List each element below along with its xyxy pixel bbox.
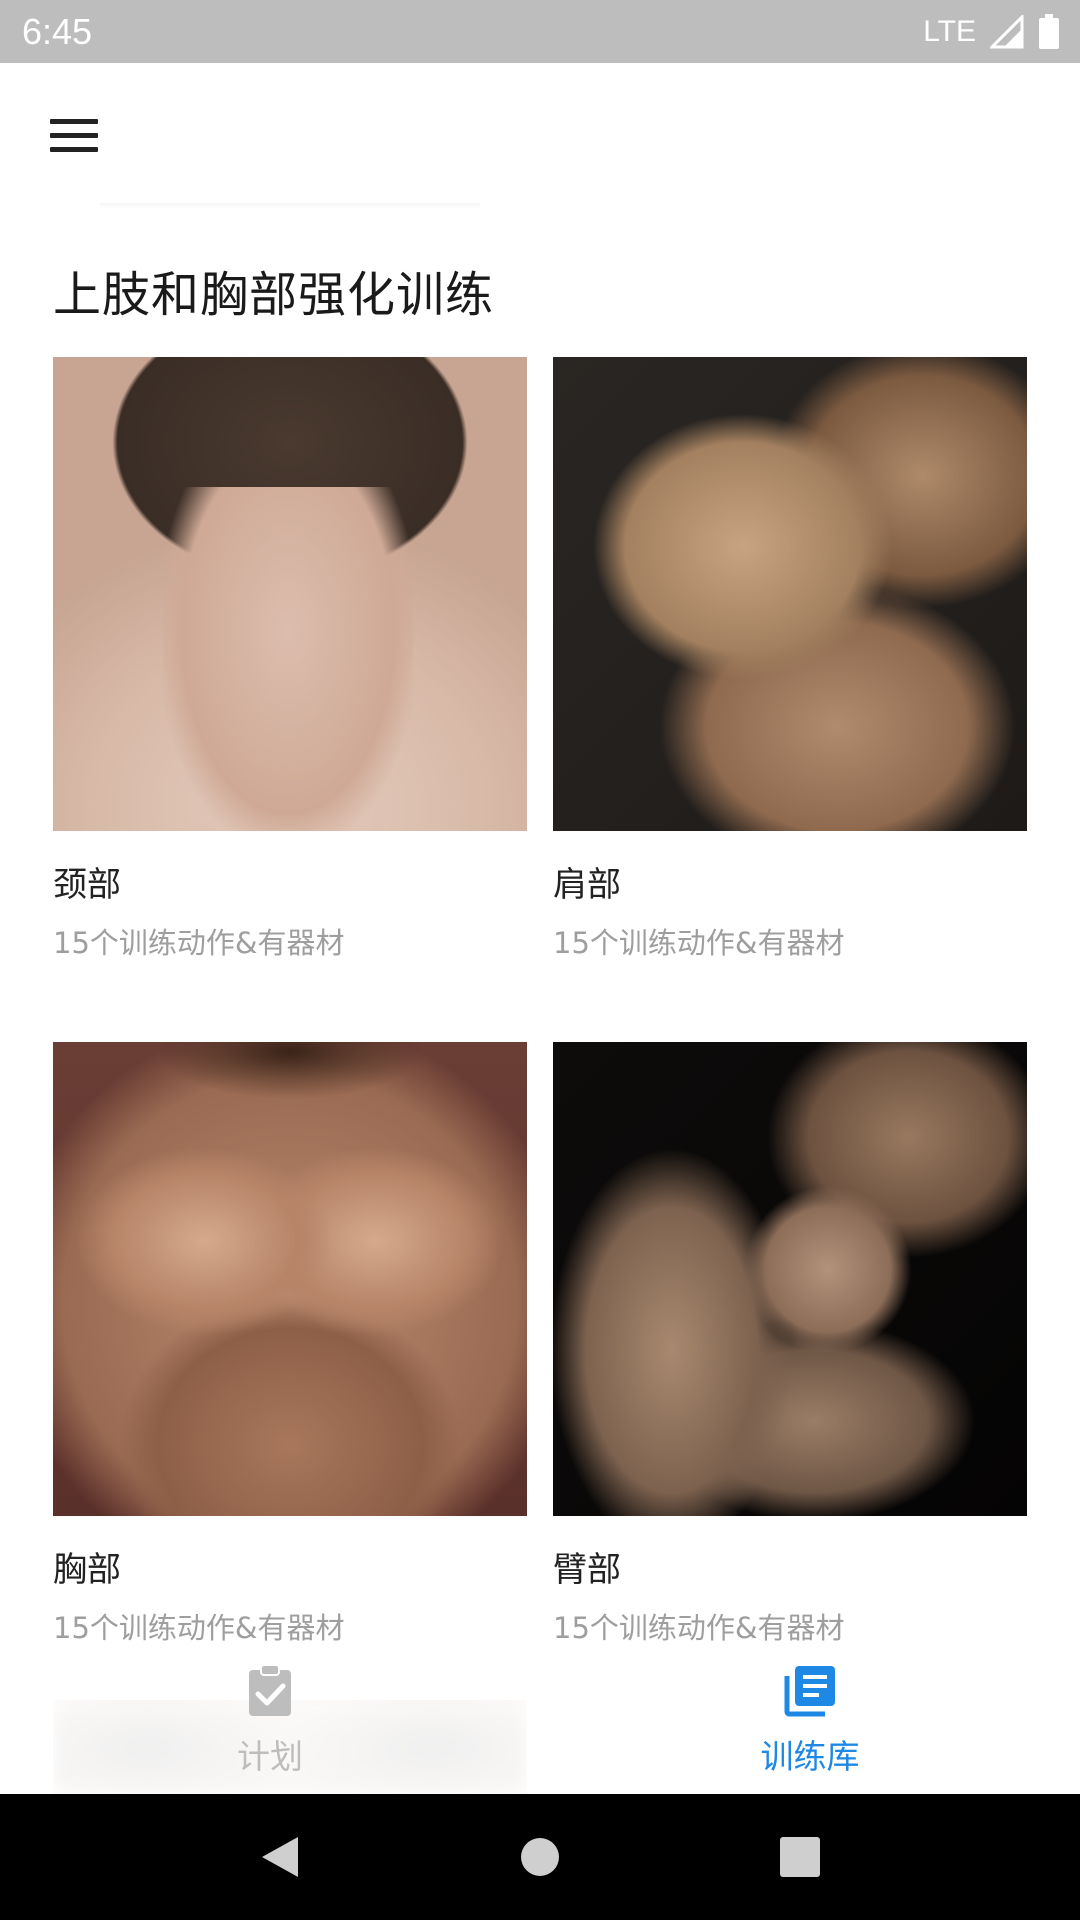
card-title: 肩部	[553, 865, 621, 905]
nav-label: 训练库	[760, 1737, 860, 1776]
battery-icon	[1039, 13, 1059, 49]
neck-photo	[53, 357, 527, 831]
hamburger-menu-icon[interactable]	[38, 105, 108, 165]
recents-square-icon[interactable]	[770, 1827, 830, 1887]
top-app-bar	[0, 63, 1080, 209]
app-bar-divider	[100, 203, 480, 209]
status-time: 6:45	[22, 10, 93, 52]
library-list-icon	[784, 1666, 835, 1717]
system-navigation-bar	[0, 1794, 1080, 1920]
chest-photo	[53, 1042, 527, 1516]
status-indicators: LTE	[923, 13, 1060, 50]
exercise-card-shoulder[interactable]: 肩部 15个训练动作&有器材	[553, 357, 1027, 962]
exercise-card-chest[interactable]: 胸部 15个训练动作&有器材	[53, 1042, 527, 1647]
card-subtitle: 15个训练动作&有器材	[553, 1611, 845, 1645]
status-bar: 6:45 LTE	[0, 0, 1080, 63]
nav-label: 计划	[237, 1737, 303, 1776]
card-title: 颈部	[53, 865, 121, 905]
card-subtitle: 15个训练动作&有器材	[53, 1611, 345, 1645]
card-subtitle: 15个训练动作&有器材	[553, 926, 845, 960]
nav-tab-library[interactable]: 训练库	[540, 1652, 1080, 1794]
nav-tab-plan[interactable]: 计划	[0, 1652, 540, 1794]
home-circle-icon[interactable]	[510, 1827, 570, 1887]
network-type: LTE	[923, 14, 976, 48]
card-title: 臂部	[553, 1550, 621, 1590]
arm-photo	[553, 1042, 1027, 1516]
card-title: 胸部	[53, 1550, 121, 1590]
clipboard-check-icon	[249, 1664, 291, 1716]
shoulder-photo	[553, 357, 1027, 831]
exercise-card-neck[interactable]: 颈部 15个训练动作&有器材	[53, 357, 527, 962]
back-triangle-icon[interactable]	[250, 1827, 310, 1887]
exercise-card-arm[interactable]: 臂部 15个训练动作&有器材	[553, 1042, 1027, 1647]
signal-icon	[990, 14, 1024, 48]
card-subtitle: 15个训练动作&有器材	[53, 926, 345, 960]
section-title: 上肢和胸部强化训练	[53, 267, 495, 323]
bottom-navigation: 计划 训练库	[0, 1652, 1080, 1794]
